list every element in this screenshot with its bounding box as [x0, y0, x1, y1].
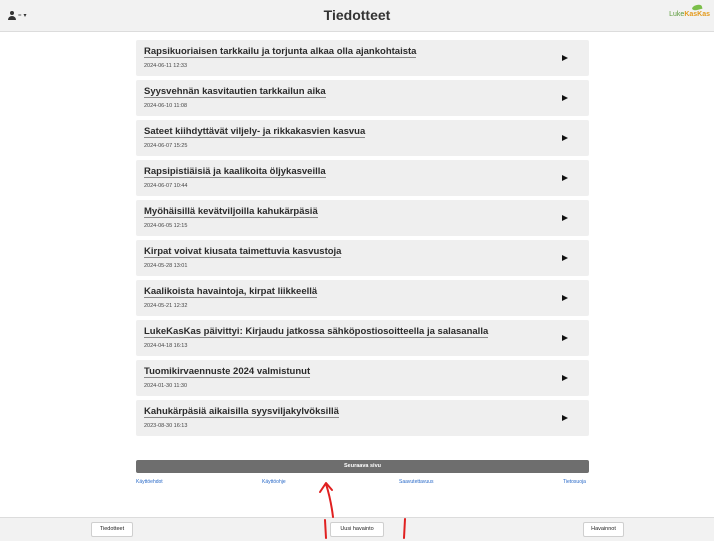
logo-kaskas-text: KasKas [684, 11, 710, 18]
nav-new-observation-button[interactable]: Uusi havainto [330, 522, 384, 537]
arrow-right-icon[interactable] [562, 375, 568, 381]
arrow-right-icon[interactable] [562, 55, 568, 61]
arrow-right-icon[interactable] [562, 95, 568, 101]
bulletin-item[interactable]: Kirpat voivat kiusata taimettuvia kasvus… [136, 240, 589, 276]
bulletin-item[interactable]: Rapsipistiäisiä ja kaalikoita öljykasvei… [136, 160, 589, 196]
bulletin-title[interactable]: Syysvehnän kasvitautien tarkkailun aika [144, 86, 326, 98]
bulletin-title[interactable]: Sateet kiihdyttävät viljely- ja rikkakas… [144, 126, 366, 138]
bulletin-date: 2024-05-21 12:32 [144, 303, 188, 309]
bulletin-date: 2024-06-11 12:33 [144, 63, 188, 69]
bulletin-date: 2024-06-07 10:44 [144, 183, 188, 189]
top-bar: = ▾ Tiedotteet LukeKasKas [0, 0, 714, 32]
bulletin-item[interactable]: Myöhäisillä kevätviljoilla kahukärpäsiä … [136, 200, 589, 236]
nav-bulletins-button[interactable]: Tiedotteet [91, 522, 133, 537]
arrow-right-icon[interactable] [562, 215, 568, 221]
bulletin-item[interactable]: Sateet kiihdyttävät viljely- ja rikkakas… [136, 120, 589, 156]
logo-luke-text: Luke [669, 11, 685, 18]
bulletin-item[interactable]: Tuomikirvaennuste 2024 valmistunut 2024-… [136, 360, 589, 396]
footer-links: Käyttöehdot Käyttöohje Saavutettavuus Ti… [136, 479, 589, 489]
bulletin-title[interactable]: Rapsikuoriaisen tarkkailu ja torjunta al… [144, 46, 417, 58]
bulletin-date: 2024-06-05 12:15 [144, 223, 188, 229]
arrow-right-icon[interactable] [562, 295, 568, 301]
bulletin-item[interactable]: LukeKasKas päivittyi: Kirjaudu jatkossa … [136, 320, 589, 356]
arrow-right-icon[interactable] [562, 255, 568, 261]
arrow-right-icon[interactable] [562, 415, 568, 421]
bulletin-title[interactable]: Kahukärpäsiä aikaisilla syysviljakylvöks… [144, 406, 339, 418]
accessibility-link[interactable]: Saavutettavuus [399, 479, 433, 485]
arrow-right-icon[interactable] [562, 335, 568, 341]
privacy-link[interactable]: Tietosuoja [563, 479, 586, 485]
bulletin-title[interactable]: Kaalikoista havaintoja, kirpat liikkeell… [144, 286, 318, 298]
bulletin-date: 2024-04-18 16:13 [144, 343, 188, 349]
bulletin-date: 2024-01-30 11:30 [144, 383, 188, 389]
bulletin-title[interactable]: Myöhäisillä kevätviljoilla kahukärpäsiä [144, 206, 318, 218]
bulletin-date: 2024-06-07 15:25 [144, 143, 188, 149]
bulletin-item[interactable]: Kahukärpäsiä aikaisilla syysviljakylvöks… [136, 400, 589, 436]
bulletin-date: 2024-06-10 11:08 [144, 103, 188, 109]
bulletin-title[interactable]: Kirpat voivat kiusata taimettuvia kasvus… [144, 246, 342, 258]
next-page-button[interactable]: Seuraava sivu [136, 460, 589, 473]
bottom-nav: Tiedotteet Uusi havainto Havainnot [0, 517, 714, 541]
bulletin-title[interactable]: Rapsipistiäisiä ja kaalikoita öljykasvei… [144, 166, 326, 178]
bulletin-date: 2023-08-30 16:13 [144, 423, 188, 429]
nav-observations-button[interactable]: Havainnot [583, 522, 624, 537]
bulletin-date: 2024-05-28 13:01 [144, 263, 188, 269]
bulletin-title[interactable]: Tuomikirvaennuste 2024 valmistunut [144, 366, 311, 378]
bulletin-title[interactable]: LukeKasKas päivittyi: Kirjaudu jatkossa … [144, 326, 489, 338]
arrow-right-icon[interactable] [562, 175, 568, 181]
bulletin-list: Rapsikuoriaisen tarkkailu ja torjunta al… [136, 40, 589, 440]
manual-link[interactable]: Käyttöohje [262, 479, 286, 485]
bulletin-item[interactable]: Syysvehnän kasvitautien tarkkailun aika … [136, 80, 589, 116]
bulletin-item[interactable]: Kaalikoista havaintoja, kirpat liikkeell… [136, 280, 589, 316]
terms-link[interactable]: Käyttöehdot [136, 479, 163, 485]
page-title: Tiedotteet [323, 7, 391, 23]
bulletin-item[interactable]: Rapsikuoriaisen tarkkailu ja torjunta al… [136, 40, 589, 76]
luke-kaskas-logo[interactable]: LukeKasKas [669, 3, 710, 18]
arrow-right-icon[interactable] [562, 135, 568, 141]
